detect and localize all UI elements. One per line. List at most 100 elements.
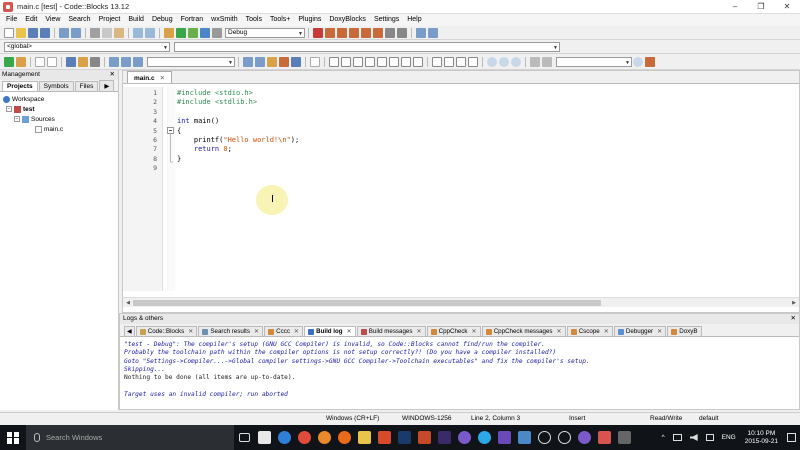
store-icon[interactable] [254, 425, 274, 450]
toggle-bookmark-icon[interactable] [133, 56, 143, 67]
minimize-button[interactable]: – [722, 0, 748, 14]
menu-build[interactable]: Build [124, 14, 148, 26]
menu-view[interactable]: View [41, 14, 64, 26]
menu-file[interactable]: File [2, 14, 21, 26]
battery-icon[interactable] [672, 434, 682, 441]
rebuild-icon[interactable] [200, 27, 210, 38]
scroll-left-icon[interactable]: ◀ [123, 298, 133, 308]
stop-debugger-icon[interactable] [397, 27, 407, 38]
photoshop-icon[interactable] [394, 425, 414, 450]
tab-close-icon[interactable]: ✕ [557, 328, 562, 335]
incremental-search-select[interactable]: ▼ [556, 56, 632, 67]
close-button[interactable]: ✕ [774, 0, 800, 14]
edge-browser-icon[interactable] [274, 425, 294, 450]
widget-e-icon[interactable] [377, 56, 387, 67]
next-instruction-icon[interactable] [373, 27, 383, 38]
clear-search-icon[interactable] [645, 56, 655, 67]
widget-j-icon[interactable] [444, 56, 454, 67]
step-out-icon[interactable] [361, 27, 371, 38]
tree-folder[interactable]: − Sources [3, 114, 118, 124]
marker-icon[interactable] [279, 56, 289, 67]
symbol-s-icon[interactable] [530, 56, 540, 67]
tab-close-icon[interactable]: ✕ [294, 328, 299, 335]
function-select[interactable]: ▼ [174, 41, 560, 52]
tree-file[interactable]: main.c [3, 124, 118, 134]
tab-close-icon[interactable]: ✕ [188, 328, 193, 335]
tab-close-icon[interactable]: ✕ [604, 328, 609, 335]
menu-fortran[interactable]: Fortran [177, 14, 208, 26]
powerpoint-icon[interactable] [414, 425, 434, 450]
collapse-icon[interactable]: − [14, 116, 20, 122]
menu-search[interactable]: Search [64, 14, 94, 26]
zoom-in-icon[interactable] [487, 56, 497, 67]
logs-tab-build-log[interactable]: Build log ✕ [304, 326, 356, 336]
jump-forward-icon[interactable] [121, 56, 131, 67]
file-explorer-icon[interactable] [354, 425, 374, 450]
widget-i-icon[interactable] [432, 56, 442, 67]
management-close-icon[interactable]: ✕ [110, 70, 118, 80]
menu-debug[interactable]: Debug [148, 14, 177, 26]
run-icon[interactable] [176, 27, 186, 38]
search-icon[interactable] [633, 56, 643, 67]
build-and-run-icon[interactable] [188, 27, 198, 38]
next-line-icon[interactable] [337, 27, 347, 38]
logs-tab-debugger[interactable]: Debugger ✕ [613, 326, 667, 336]
menu-project[interactable]: Project [95, 14, 125, 26]
editor-tab-main-c[interactable]: main.c ✕ [127, 71, 173, 83]
symbol-c-icon[interactable] [542, 56, 552, 67]
line-comment-icon[interactable] [47, 56, 57, 67]
debug-start-icon[interactable] [313, 27, 323, 38]
language-indicator[interactable]: ENG [722, 434, 736, 441]
viber-2-icon[interactable] [574, 425, 594, 450]
network-icon[interactable] [705, 434, 714, 441]
system-clock[interactable]: 10:10 PM 2015-09-21 [740, 430, 783, 446]
settings-wrench-icon[interactable] [90, 56, 100, 67]
html-help-icon[interactable] [78, 56, 88, 67]
doxy-run-icon[interactable] [16, 56, 26, 67]
build-target-select[interactable]: Debug ▼ [225, 27, 305, 38]
fold-marker-icon[interactable] [167, 87, 175, 177]
widget-f-icon[interactable] [389, 56, 399, 67]
new-file-icon[interactable] [4, 27, 14, 38]
menu-settings[interactable]: Settings [370, 14, 403, 26]
collapse-icon[interactable]: − [6, 106, 12, 112]
build-log-output[interactable]: "test - Debug": The compiler's setup (GN… [120, 337, 799, 403]
tab-close-icon[interactable]: ✕ [347, 328, 352, 335]
logs-close-icon[interactable]: ✕ [791, 314, 799, 324]
prev-bookmark-icon[interactable] [243, 56, 253, 67]
jump-back-icon[interactable] [109, 56, 119, 67]
symbol-search-select[interactable]: ▼ [147, 56, 235, 67]
copy-icon[interactable] [102, 27, 112, 38]
app-circle-icon[interactable] [534, 425, 554, 450]
widget-k-icon[interactable] [456, 56, 466, 67]
step-into-icon[interactable] [349, 27, 359, 38]
widget-a-icon[interactable] [329, 56, 339, 67]
widget-c-icon[interactable] [353, 56, 363, 67]
menu-edit[interactable]: Edit [21, 14, 41, 26]
find-icon[interactable] [133, 27, 143, 38]
highlight-icon[interactable] [267, 56, 277, 67]
logs-tab-scroll-left-icon[interactable]: ◀ [124, 326, 135, 336]
tab-close-icon[interactable]: ✕ [254, 328, 259, 335]
task-view-icon[interactable] [234, 425, 254, 450]
zoom-out-icon[interactable] [499, 56, 509, 67]
text-select-icon[interactable] [291, 56, 301, 67]
widget-g-icon[interactable] [401, 56, 411, 67]
logs-tab-cppcheck-messages[interactable]: CppCheck messages ✕ [481, 326, 566, 336]
paste-icon[interactable] [114, 27, 124, 38]
save-icon[interactable] [28, 27, 38, 38]
skype-icon[interactable] [474, 425, 494, 450]
logs-tab-search-results[interactable]: Search results ✕ [198, 326, 264, 336]
scrollbar-thumb[interactable] [133, 300, 601, 306]
office-icon[interactable] [374, 425, 394, 450]
run-to-cursor-icon[interactable] [325, 27, 335, 38]
doxy-extract-icon[interactable] [4, 56, 14, 67]
open-folder-icon[interactable] [16, 27, 26, 38]
scope-select[interactable]: <global> ▼ [4, 41, 170, 52]
cut-icon[interactable] [90, 27, 100, 38]
widget-l-icon[interactable] [468, 56, 478, 67]
tray-overflow-icon[interactable]: ^ [662, 434, 665, 441]
doxywizard-icon[interactable] [66, 56, 76, 67]
tab-scroll-arrow[interactable]: ▶ [99, 80, 115, 91]
tab-close-icon[interactable]: ✕ [416, 328, 421, 335]
